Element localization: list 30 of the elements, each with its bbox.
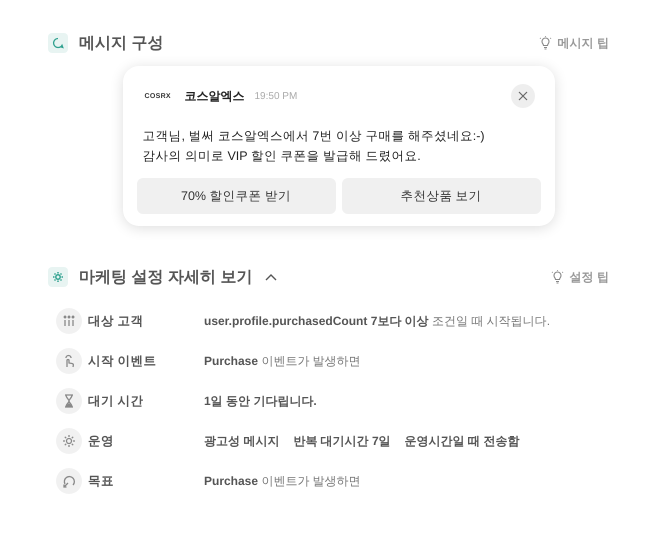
setting-label: 대기 시간 xyxy=(88,392,144,410)
close-icon xyxy=(518,91,528,101)
setting-option: 광고성 메시지 xyxy=(204,432,280,450)
dots-columns-icon xyxy=(62,314,76,328)
action-button[interactable]: 추천상품 보기 xyxy=(342,178,540,214)
setting-label: 시작 이벤트 xyxy=(88,352,158,370)
setting-option: 반복 대기시간 7일 xyxy=(293,432,391,450)
close-button[interactable] xyxy=(510,84,534,108)
sender-name: 코스알엑스 xyxy=(184,88,244,104)
gear-icon xyxy=(48,267,68,287)
lightbulb-icon xyxy=(538,36,552,50)
setting-label: 대상 고객 xyxy=(88,312,144,330)
lightbulb-icon xyxy=(550,270,564,284)
message-body: 고객님, 벌써 코스알엑스에서 7번 이상 구매를 해주셨네요:-) 감사의 의미로 VIP 할인 쿠폰을 발급해 드렸어요. xyxy=(142,128,486,165)
gear-icon xyxy=(62,434,76,448)
section-title: 마케팅 설정 자세히 보기 xyxy=(79,268,252,288)
setting-label: 운영 xyxy=(88,432,115,450)
circular-arrow-icon xyxy=(62,474,76,488)
setting-label: 목표 xyxy=(88,472,115,490)
action-button[interactable]: 70% 할인쿠폰 받기 xyxy=(136,178,336,214)
section-title: 메시지 구성 xyxy=(79,34,164,54)
timestamp: 19:50 PM xyxy=(254,90,298,102)
setting-value: Purchase 이벤트가 발생하면 xyxy=(204,352,361,370)
setting-option: 운영시간일 때 전송함 xyxy=(404,432,520,450)
setting-value: user.profile.purchasedCount 7보다 이상 조건일 때 시작됩니다. xyxy=(204,312,550,330)
caret-icon[interactable] xyxy=(265,273,278,281)
hourglass-icon xyxy=(62,394,76,408)
setting-value: Purchase 이벤트가 발생하면 xyxy=(204,472,361,490)
setting-value: 1일 동안 기다립니다. xyxy=(204,392,317,410)
chat-bubble-icon xyxy=(48,33,68,53)
